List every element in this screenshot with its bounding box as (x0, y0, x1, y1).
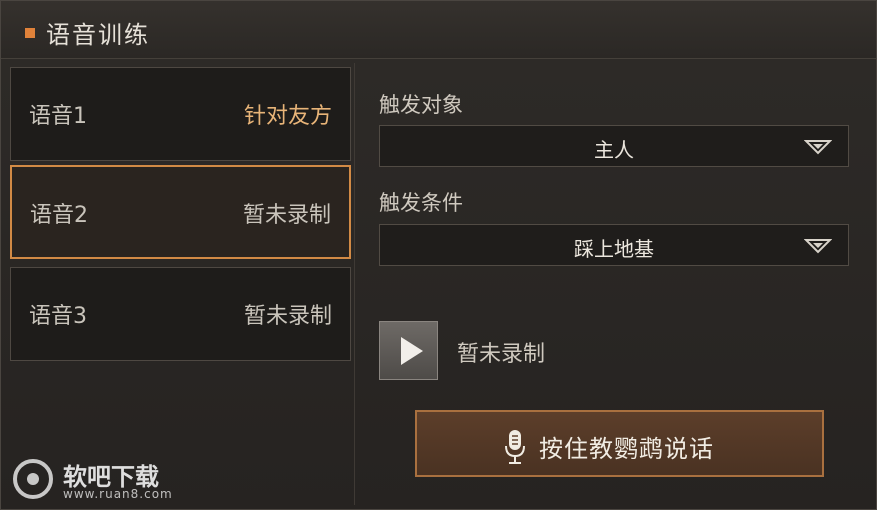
trigger-condition-value: 踩上地基 (574, 237, 654, 261)
dropdown-arrow-icon (804, 239, 832, 254)
hold-to-talk-button[interactable]: 按住教鹦鹉说话 (415, 410, 824, 477)
play-button[interactable] (379, 321, 438, 380)
trigger-target-value: 主人 (594, 138, 634, 162)
trigger-target-dropdown[interactable]: 主人 (379, 125, 849, 167)
voice-name: 语音1 (29, 104, 87, 129)
microphone-icon (505, 430, 525, 464)
play-icon (401, 337, 423, 365)
voice-name: 语音2 (30, 203, 88, 228)
dropdown-arrow-icon (804, 140, 832, 155)
trigger-target-label: 触发对象 (379, 93, 463, 117)
talk-button-label: 按住教鹦鹉说话 (539, 435, 714, 463)
voice-status: 暂未录制 (243, 304, 332, 329)
voice-list: 语音1 针对友方 语音2 暂未录制 语音3 暂未录制 (6, 63, 355, 505)
watermark-url: www.ruan8.com (63, 487, 173, 501)
voice-item-2[interactable]: 语音2 暂未录制 (10, 165, 351, 259)
voice-item-1[interactable]: 语音1 针对友方 (10, 67, 351, 161)
watermark-logo-icon (13, 459, 53, 499)
trigger-condition-dropdown[interactable]: 踩上地基 (379, 224, 849, 266)
panel-header: 语音训练 (1, 1, 876, 59)
title-marker (25, 28, 35, 38)
voice-name: 语音3 (29, 304, 87, 329)
panel-title: 语音训练 (46, 21, 150, 49)
voice-item-3[interactable]: 语音3 暂未录制 (10, 267, 351, 361)
voice-status: 针对友方 (243, 104, 332, 129)
voice-training-panel: 语音训练 语音1 针对友方 语音2 暂未录制 语音3 暂未录制 触发对象 主人 … (0, 0, 877, 510)
watermark: 软吧下载 www.ruan8.com (13, 457, 203, 507)
trigger-condition-label: 触发条件 (379, 191, 463, 215)
voice-status: 暂未录制 (242, 203, 331, 228)
playback-status: 暂未录制 (457, 342, 546, 367)
